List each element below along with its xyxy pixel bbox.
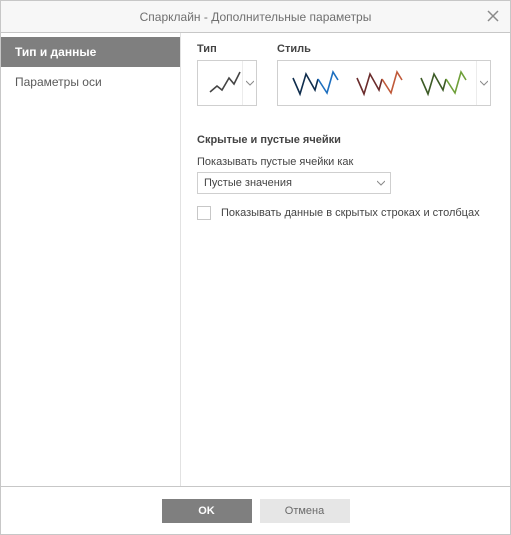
style-swatches xyxy=(278,66,490,100)
show-hidden-checkbox[interactable] xyxy=(197,206,211,220)
type-dropdown[interactable] xyxy=(197,60,257,106)
style-swatch-3 xyxy=(414,66,472,100)
empty-cells-label: Показывать пустые ячейки как xyxy=(197,156,492,168)
style-field: Стиль xyxy=(277,43,491,106)
cancel-button-label: Отмена xyxy=(285,505,324,517)
type-label: Тип xyxy=(197,43,257,55)
hidden-empty-section-header: Скрытые и пустые ячейки xyxy=(197,134,492,146)
empty-cells-select[interactable]: Пустые значения xyxy=(197,172,391,194)
chevron-down-icon xyxy=(242,61,256,105)
empty-cells-value: Пустые значения xyxy=(204,177,292,189)
sidebar-item-label: Тип и данные xyxy=(15,45,96,59)
ok-button-label: OK xyxy=(198,505,215,517)
type-style-row: Тип Стиль xyxy=(197,43,492,106)
sidebar-item-axis-params[interactable]: Параметры оси xyxy=(1,67,180,97)
chevron-down-icon xyxy=(476,61,490,105)
close-button[interactable] xyxy=(484,7,502,25)
sparkline-advanced-dialog: Спарклайн - Дополнительные параметры Тип… xyxy=(0,0,511,535)
dialog-body: Тип и данные Параметры оси Тип xyxy=(1,33,510,486)
titlebar: Спарклайн - Дополнительные параметры xyxy=(1,1,510,33)
close-icon xyxy=(487,10,499,22)
sidebar-item-label: Параметры оси xyxy=(15,75,102,89)
style-swatch-1 xyxy=(286,66,344,100)
dialog-title: Спарклайн - Дополнительные параметры xyxy=(140,10,372,24)
show-hidden-label: Показывать данные в скрытых строках и ст… xyxy=(221,207,480,219)
cancel-button[interactable]: Отмена xyxy=(260,499,350,523)
style-swatch-2 xyxy=(350,66,408,100)
style-dropdown[interactable] xyxy=(277,60,491,106)
ok-button[interactable]: OK xyxy=(162,499,252,523)
type-field: Тип xyxy=(197,43,257,106)
style-label: Стиль xyxy=(277,43,491,55)
sidebar: Тип и данные Параметры оси xyxy=(1,33,181,486)
chevron-down-icon xyxy=(377,173,385,193)
footer: OK Отмена xyxy=(1,486,510,534)
sidebar-item-type-and-data[interactable]: Тип и данные xyxy=(1,37,180,67)
content-pane: Тип Стиль xyxy=(181,33,510,486)
show-hidden-row: Показывать данные в скрытых строках и ст… xyxy=(197,206,492,220)
